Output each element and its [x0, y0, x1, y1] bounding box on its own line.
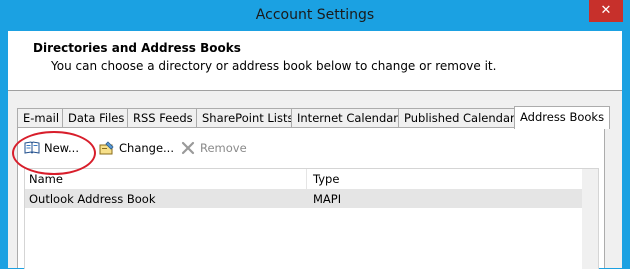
- remove-button[interactable]: Remove: [180, 137, 247, 159]
- list-item[interactable]: Outlook Address Book MAPI: [25, 190, 585, 208]
- tab-data-files[interactable]: Data Files: [62, 108, 131, 128]
- title-bar[interactable]: Account Settings ✕: [0, 0, 630, 31]
- toolbar: New... Change... Remove: [24, 137, 424, 159]
- delete-x-icon: [180, 140, 196, 156]
- address-books-panel: New... Change... Remove Name Type Outloo…: [17, 127, 605, 269]
- column-divider[interactable]: [306, 169, 307, 189]
- dialog-header: Directories and Address Books You can ch…: [8, 31, 622, 91]
- list-header: Name Type: [25, 169, 598, 190]
- address-book-list: Name Type Outlook Address Book MAPI: [24, 168, 599, 269]
- close-icon: ✕: [600, 3, 612, 18]
- list-item-name: Outlook Address Book: [29, 192, 156, 206]
- tab-email[interactable]: E-mail: [17, 108, 66, 128]
- tab-rss-feeds[interactable]: RSS Feeds: [127, 108, 199, 128]
- new-button[interactable]: New...: [24, 137, 79, 159]
- edit-card-icon: [99, 140, 115, 156]
- section-description: You can choose a directory or address bo…: [51, 59, 497, 73]
- column-header-name[interactable]: Name: [29, 172, 63, 186]
- tab-published-calendars[interactable]: Published Calendars: [398, 108, 527, 128]
- tab-internet-calendars[interactable]: Internet Calendars: [291, 108, 411, 128]
- dialog-client-area: Directories and Address Books You can ch…: [8, 31, 622, 269]
- address-book-icon: [24, 140, 40, 156]
- tab-address-books[interactable]: Address Books: [514, 106, 611, 129]
- tab-sharepoint-lists[interactable]: SharePoint Lists: [196, 108, 300, 128]
- new-button-label: New...: [44, 141, 79, 155]
- account-settings-window: Account Settings ✕ Directories and Addre…: [0, 0, 630, 269]
- window-title: Account Settings: [255, 7, 375, 23]
- tab-strip: E-mail Data Files RSS Feeds SharePoint L…: [17, 106, 617, 129]
- section-title: Directories and Address Books: [33, 41, 241, 55]
- change-button-label: Change...: [119, 141, 174, 155]
- column-header-type[interactable]: Type: [313, 172, 339, 186]
- list-item-type: MAPI: [313, 192, 342, 206]
- close-button[interactable]: ✕: [589, 0, 623, 22]
- remove-button-label: Remove: [200, 141, 247, 155]
- change-button[interactable]: Change...: [99, 137, 174, 159]
- list-scroll-area: [582, 169, 598, 269]
